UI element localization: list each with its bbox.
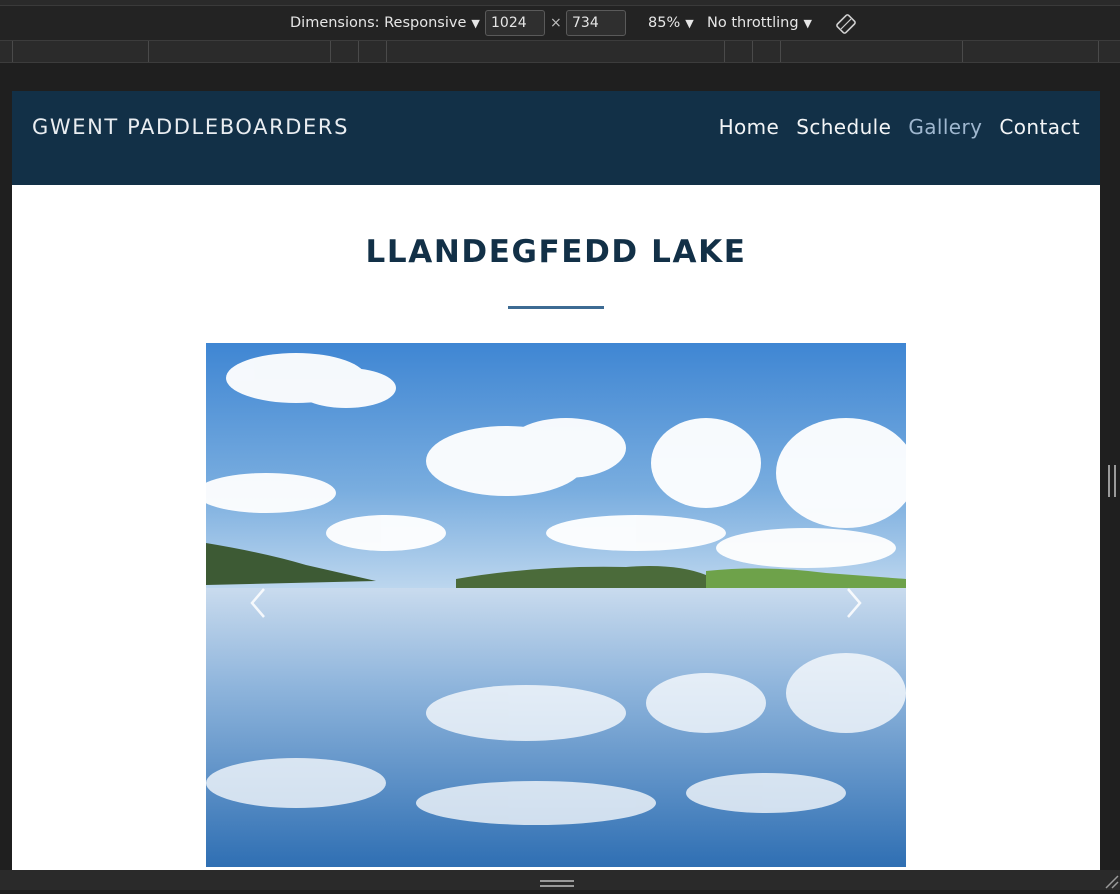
caret-down-icon: ▼: [471, 17, 480, 30]
title-divider: [508, 306, 604, 309]
image-carousel[interactable]: [206, 343, 906, 867]
caret-down-icon: ▼: [685, 17, 694, 30]
dimensions-dropdown[interactable]: Dimensions: Responsive ▼: [290, 6, 480, 40]
zoom-dropdown[interactable]: 85% ▼: [648, 6, 694, 40]
caret-down-icon: ▼: [803, 17, 813, 30]
emulated-page: GWENT PADDLEBOARDERS Home Schedule Galle…: [12, 91, 1100, 870]
nav-contact[interactable]: Contact: [999, 115, 1080, 139]
resize-handle-bottom[interactable]: [540, 880, 574, 887]
carousel-prev-button[interactable]: [244, 583, 274, 623]
height-input[interactable]: 734: [566, 10, 626, 36]
resize-corner-icon[interactable]: [1100, 870, 1120, 890]
throttling-dropdown[interactable]: No throttling ▼: [707, 6, 812, 40]
rotate-icon[interactable]: [836, 13, 856, 34]
carousel-next-button[interactable]: [838, 583, 868, 623]
width-input[interactable]: 1024: [485, 10, 545, 36]
site-header: GWENT PADDLEBOARDERS Home Schedule Galle…: [12, 91, 1100, 185]
nav-gallery[interactable]: Gallery: [908, 115, 982, 139]
media-query-ruler[interactable]: [0, 40, 1120, 63]
lake-photo: [206, 343, 906, 867]
site-brand[interactable]: GWENT PADDLEBOARDERS: [32, 115, 349, 139]
resize-handle-right[interactable]: [1108, 465, 1116, 497]
chevron-right-icon: [847, 588, 862, 618]
nav-schedule[interactable]: Schedule: [796, 115, 891, 139]
nav-home[interactable]: Home: [719, 115, 780, 139]
zoom-label: 85%: [648, 15, 681, 31]
dimensions-label: Dimensions: Responsive: [290, 15, 467, 31]
page-title: LLANDEGFEDD LAKE: [365, 234, 747, 270]
chevron-left-icon: [250, 588, 265, 618]
times-sign: ×: [550, 15, 562, 31]
throttling-label: No throttling: [707, 15, 799, 31]
device-toolbar: Dimensions: Responsive ▼ 1024 × 734 85% ▼ …: [0, 6, 1120, 40]
main-nav: Home Schedule Gallery Contact: [719, 115, 1080, 139]
